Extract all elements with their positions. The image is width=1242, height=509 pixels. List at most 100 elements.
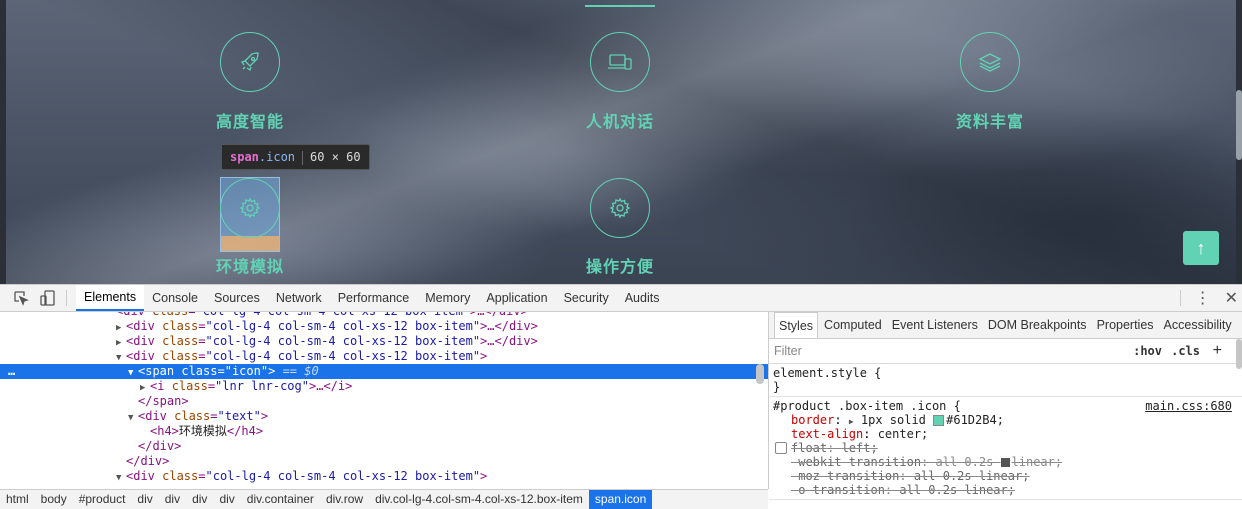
dom-node[interactable]: ▶ <div class="col-lg-4 col-sm-4 col-xs-12… [0,319,768,334]
devtools-tabs: Elements Console Sources Network Perform… [76,285,667,311]
new-rule-icon[interactable]: + [1213,339,1222,363]
layers-icon [978,53,1002,72]
breadcrumb-item[interactable]: div [159,490,186,509]
css-property[interactable]: text-align: center; [773,427,1238,441]
breadcrumb-item[interactable]: div.col-lg-4.col-sm-4.col-xs-12.box-item [369,490,589,509]
node-class: col-lg-4 col-sm-4 col-xs-12 box-item [212,469,473,483]
cog-icon [239,197,261,219]
tab-sources[interactable]: Sources [206,285,268,311]
styles-filter-input[interactable]: Filter :hov .cls + [769,339,1242,364]
property-name: text-align [791,427,864,441]
breadcrumb-item[interactable]: div [131,490,158,509]
dom-node[interactable]: ▶ <div class="col-lg-4 col-sm-4 col-xs-12… [0,334,768,349]
tab-elements[interactable]: Elements [76,285,145,311]
back-to-top-button[interactable]: ↑ [1183,231,1219,265]
breadcrumb-item[interactable]: div [213,490,240,509]
css-property-overridden[interactable]: -moz-transition: all 0.2s linear; [773,469,1238,483]
feature-item: 操作方便 [520,178,720,277]
css-property-disabled[interactable]: float: left; [773,441,1238,455]
feature-title: 环境模拟 [215,259,284,276]
node-class: text [224,409,254,423]
breadcrumb-item[interactable]: #product [73,490,132,509]
feature-title: 操作方便 [585,259,654,276]
dom-node[interactable]: ▼ <div class="col-lg-4 col-sm-4 col-xs-12… [0,469,768,484]
element-style-rule[interactable]: element.style { } [769,364,1242,397]
color-swatch-icon[interactable] [933,415,945,426]
hov-toggle-button[interactable]: :hov [1133,339,1162,363]
cls-toggle-button[interactable]: .cls [1171,339,1200,363]
elements-tree[interactable]: <div class="col-lg-4 col-sm-4 col-xs-12 … [0,312,769,489]
tab-performance[interactable]: Performance [330,285,418,311]
viewport-left-edge [0,0,6,284]
dom-node[interactable]: </div> [0,439,768,454]
rule-source-link[interactable]: main.css:680 [1145,399,1232,413]
property-value: left; [841,441,878,455]
breadcrumb-item-active[interactable]: span.icon [588,490,653,509]
tab-styles[interactable]: Styles [774,312,819,338]
tab-dom-breakpoints[interactable]: DOM Breakpoints [984,312,1091,338]
filter-placeholder: Filter [774,344,802,358]
tab-computed[interactable]: Computed [820,312,886,338]
dom-node[interactable]: </span> [0,394,768,409]
section-divider [585,5,655,7]
node-class: lnr lnr-cog [222,379,302,393]
breadcrumb-item[interactable]: html [0,490,35,509]
feature-title: 高度智能 [215,114,284,131]
cog-icon [609,197,631,219]
property-name: -o-transition [791,483,885,497]
feature-item: 资料丰富 [890,32,1090,132]
feature-icon-circle [590,32,650,92]
dom-node[interactable]: ▼ <div class="text"> [0,409,768,424]
tab-audits[interactable]: Audits [617,285,668,311]
breadcrumb-item[interactable]: div.container [241,490,320,509]
tab-memory[interactable]: Memory [417,285,478,311]
feature-icon-circle [590,178,650,238]
laptop-phone-icon [608,54,632,70]
feature-title: 人机对话 [585,114,654,131]
tooltip-tag: span [230,150,259,164]
tab-network[interactable]: Network [268,285,330,311]
feature-item: 环境模拟 [150,178,350,277]
elements-scrollbar[interactable] [756,364,764,384]
tab-application[interactable]: Application [478,285,555,311]
css-property[interactable]: border: ▶ 1px solid #61D2B4; [773,413,1238,427]
feature-title: 资料丰富 [955,114,1024,131]
dom-node[interactable]: <h4>环境模拟</h4> [0,424,768,439]
styles-scrollbar[interactable] [1236,339,1242,369]
dom-node[interactable]: ▶ <i class="lnr lnr-cog">…</i> [0,379,768,394]
selected-marker: == $0 [282,364,319,378]
inspect-element-icon[interactable] [13,290,29,306]
more-options-icon[interactable]: ⋮ [1195,288,1211,308]
feature-icon-circle [220,32,280,92]
node-class: icon [231,364,261,378]
css-property-overridden[interactable]: -webkit-transition: all 0.2s linear; [773,455,1238,469]
css-rule[interactable]: #product .box-item .icon {main.css:680 b… [769,397,1242,500]
dom-node[interactable]: </div> [0,454,768,469]
close-icon[interactable]: ✕ [1225,288,1238,308]
node-class: col-lg-4 col-sm-4 col-xs-12 box-item [212,334,473,348]
devtools-panel: Elements Console Sources Network Perform… [0,284,1242,509]
tab-properties[interactable]: Properties [1093,312,1158,338]
dom-node[interactable]: ▼ <div class="col-lg-4 col-sm-4 col-xs-12… [0,349,768,364]
viewport-scrollbar[interactable] [1236,0,1242,284]
tab-accessibility[interactable]: Accessibility [1160,312,1236,338]
bezier-editor-icon[interactable] [1000,458,1010,467]
css-property-overridden[interactable]: -o-transition: all 0.2s linear; [773,483,1238,497]
toolbar-right: ⋮ ✕ [1179,285,1238,311]
tab-console[interactable]: Console [144,285,206,311]
breadcrumb-item[interactable]: div.row [320,490,369,509]
scrollbar-thumb[interactable] [1236,90,1242,160]
devtools-toolbar: Elements Console Sources Network Perform… [0,285,1242,312]
toolbar-divider [66,290,67,306]
styles-tabs: Styles Computed Event Listeners DOM Brea… [769,312,1242,339]
breadcrumb-item[interactable]: div [186,490,213,509]
tab-event-listeners[interactable]: Event Listeners [888,312,982,338]
device-toolbar-icon[interactable] [40,290,56,306]
dom-node[interactable]: <div class="col-lg-4 col-sm-4 col-xs-12 … [0,312,768,319]
dom-node-selected[interactable]: … ▼ <span class="icon"> == $0 [0,364,768,379]
property-checkbox[interactable] [775,442,787,454]
tab-security[interactable]: Security [556,285,617,311]
property-value: all 0.2s linear; [899,483,1015,497]
arrow-up-icon: ↑ [1196,238,1206,258]
breadcrumb-item[interactable]: body [35,490,73,509]
